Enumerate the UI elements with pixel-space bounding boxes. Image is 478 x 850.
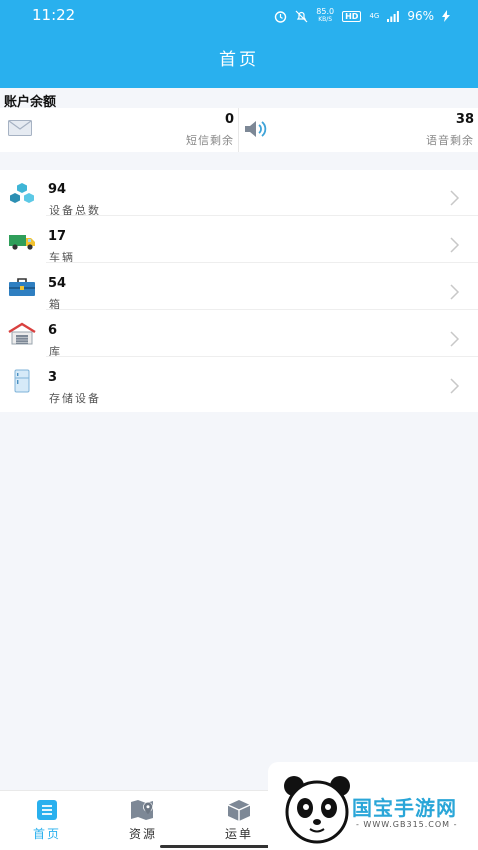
storage-count: 3 bbox=[48, 370, 58, 385]
speaker-icon bbox=[245, 121, 267, 137]
page-title: 首页 bbox=[0, 32, 478, 88]
divider bbox=[46, 309, 478, 310]
fridge-icon bbox=[14, 369, 30, 393]
chevron-right-icon bbox=[450, 284, 460, 300]
status-time: 11:22 bbox=[32, 6, 76, 24]
cubes-icon bbox=[10, 183, 34, 203]
watermark-url: - WWW.GB315.COM - bbox=[356, 820, 458, 829]
balance-row: 0 短信剩余 38 语音剩余 bbox=[0, 108, 478, 152]
tab-waybill-label: 运单 bbox=[224, 827, 253, 841]
watermark-logo: 国宝手游网 - WWW.GB315.COM - bbox=[268, 762, 478, 850]
list-item-warehouses[interactable]: 6 库 bbox=[0, 311, 478, 358]
voice-balance-label: 语音剩余 bbox=[426, 134, 474, 147]
list-item-storage[interactable]: 3 存储设备 bbox=[0, 358, 478, 405]
divider bbox=[46, 356, 478, 357]
truck-icon bbox=[9, 235, 35, 250]
signal-icon bbox=[387, 10, 400, 22]
list-item-vehicles[interactable]: 17 车辆 bbox=[0, 217, 478, 264]
vehicles-count: 17 bbox=[48, 229, 67, 244]
tab-resources[interactable]: 资源 bbox=[108, 799, 178, 842]
chevron-right-icon bbox=[450, 190, 460, 206]
divider bbox=[46, 262, 478, 263]
battery-percent: 96% bbox=[407, 9, 434, 23]
list-item-devices[interactable]: 94 设备总数 bbox=[0, 170, 478, 217]
speed-value: 85.0 bbox=[316, 7, 335, 16]
alarm-icon bbox=[275, 10, 287, 23]
map-pin-icon bbox=[131, 800, 153, 820]
tab-home[interactable]: 首页 bbox=[12, 799, 82, 842]
sms-balance[interactable]: 0 短信剩余 bbox=[0, 108, 239, 152]
network-speed: 85.0 KB/S bbox=[316, 8, 334, 24]
warehouses-count: 6 bbox=[48, 323, 58, 338]
home-list-icon bbox=[37, 800, 57, 820]
toolbox-icon bbox=[9, 278, 35, 296]
divider bbox=[46, 215, 478, 216]
hd-badge: HD bbox=[342, 10, 362, 22]
tab-home-label: 首页 bbox=[32, 827, 61, 841]
tab-resources-label: 资源 bbox=[128, 827, 157, 841]
speed-unit: KB/S bbox=[318, 16, 333, 23]
chevron-right-icon bbox=[450, 378, 460, 394]
watermark-text: 国宝手游网 bbox=[352, 796, 457, 820]
devices-count: 94 bbox=[48, 182, 67, 197]
list-item-boxes[interactable]: 54 箱 bbox=[0, 264, 478, 311]
boxes-count: 54 bbox=[48, 276, 67, 291]
panda-icon bbox=[284, 776, 350, 844]
sms-balance-value: 0 bbox=[224, 112, 234, 127]
voice-balance[interactable]: 38 语音剩余 bbox=[240, 108, 478, 152]
chevron-right-icon bbox=[450, 331, 460, 347]
tab-waybill[interactable]: 运单 bbox=[204, 799, 274, 842]
voice-balance-value: 38 bbox=[455, 112, 474, 127]
status-indicators: 85.0 KB/S HD 4G 96% bbox=[274, 8, 450, 24]
mute-bell-icon bbox=[295, 10, 308, 22]
envelope-icon bbox=[8, 120, 32, 136]
status-bar: 11:22 85.0 KB/S HD 4G 96% bbox=[0, 0, 478, 32]
package-icon bbox=[227, 800, 251, 821]
resource-list: 94 设备总数 17 车辆 54 箱 6 库 3 存储设备 bbox=[0, 170, 478, 412]
chevron-right-icon bbox=[450, 237, 460, 253]
warehouse-icon bbox=[8, 322, 36, 345]
storage-label: 存储设备 bbox=[49, 392, 101, 405]
sms-balance-label: 短信剩余 bbox=[186, 134, 234, 147]
charging-icon bbox=[442, 10, 450, 22]
network-type: 4G bbox=[369, 12, 380, 20]
